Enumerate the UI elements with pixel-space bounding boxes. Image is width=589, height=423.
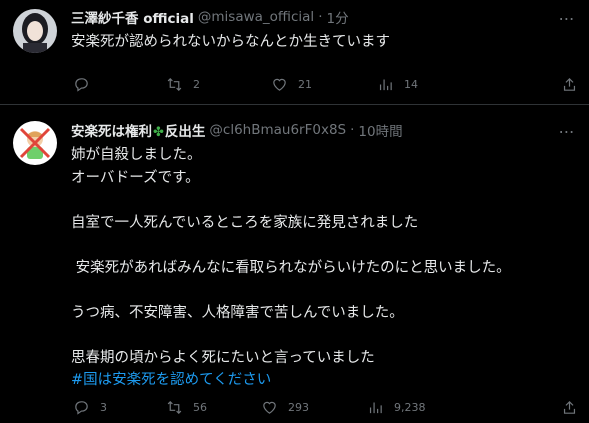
views-button[interactable]: 14: [377, 74, 418, 94]
tweet-line: オーバドーズです。: [71, 169, 200, 186]
display-name-part: 安楽死は権利: [71, 124, 152, 140]
share-button[interactable]: [561, 74, 588, 94]
separator-dot: ·: [350, 122, 355, 138]
retweet-icon: [167, 77, 182, 91]
user-handle[interactable]: @misawa_official: [198, 9, 314, 25]
like-button[interactable]: 293: [261, 397, 309, 417]
reply-button[interactable]: [73, 74, 100, 94]
more-options-icon[interactable]: ⋯: [557, 8, 577, 28]
display-name[interactable]: 安楽死は権利✤反出生: [71, 120, 205, 140]
share-button[interactable]: [561, 397, 588, 417]
user-handle[interactable]: @cl6hBmau6rF0x8S: [209, 122, 346, 138]
views-icon: [369, 402, 382, 413]
hashtag-link[interactable]: #国は安楽死を認めてください: [71, 369, 576, 392]
tweet-1[interactable]: 三澤紗千香 official @misawa_official · 1分 ⋯ 安…: [0, 0, 589, 104]
heart-icon: [273, 78, 286, 91]
views-icon: [379, 79, 392, 90]
views-button[interactable]: 9,238: [367, 397, 426, 417]
views-count: 9,238: [394, 400, 426, 414]
heart-icon: [263, 401, 276, 414]
tweet-line: [71, 279, 576, 302]
display-name[interactable]: 三澤紗千香 official: [71, 7, 194, 27]
retweet-button[interactable]: 56: [166, 397, 207, 417]
reply-count: 3: [100, 400, 107, 414]
timestamp[interactable]: 10時間: [358, 120, 402, 140]
tweet-line: 安楽死が認められないからなんとか生きています: [71, 34, 390, 50]
more-options-icon[interactable]: ⋯: [557, 121, 577, 141]
clover-icon: ✤: [153, 125, 164, 140]
like-button[interactable]: 21: [271, 74, 312, 94]
tweet-line: [71, 189, 576, 212]
reply-button[interactable]: 3: [73, 397, 107, 417]
tweet-line: [71, 324, 576, 347]
avatar[interactable]: [13, 121, 57, 165]
tweet-line: 自室で一人死んでいるところを家族に発見されました: [71, 214, 419, 231]
views-count: 14: [404, 77, 418, 91]
tweet-text: 姉が自殺しました。 オーバドーズです。 自室で一人死んでいるところを家族に発見さ…: [71, 144, 576, 392]
separator-dot: ·: [318, 9, 323, 25]
retweet-count: 2: [193, 77, 200, 91]
display-name-part: 反出生: [164, 124, 206, 140]
tweet-line: 思春期の頃からよく死にたいと言っていました: [71, 349, 375, 366]
tweet-line: 安楽死があればみんなに看取られながらいけたのにと思いました。: [71, 259, 511, 276]
avatar[interactable]: [13, 9, 57, 53]
retweet-button[interactable]: 2: [166, 74, 200, 94]
tweet-actions: 3 56 293 9,238: [71, 397, 576, 417]
tweet-actions: 2 21 14: [71, 74, 576, 94]
share-icon: [563, 400, 576, 414]
tweet-line: 姉が自殺しました。: [71, 147, 202, 163]
tweet-text: 安楽死が認められないからなんとか生きています: [71, 31, 576, 54]
reply-icon: [75, 400, 88, 415]
retweet-icon: [167, 400, 182, 414]
tweet-line: [71, 234, 576, 257]
like-count: 21: [298, 77, 312, 91]
share-icon: [563, 77, 576, 91]
like-count: 293: [288, 400, 309, 414]
reply-icon: [75, 77, 88, 92]
tweet-line: うつ病、不安障害、人格障害で苦しんでいました。: [71, 304, 404, 321]
retweet-count: 56: [193, 400, 207, 414]
tweet-2[interactable]: 安楽死は権利✤反出生 @cl6hBmau6rF0x8S · 10時間 ⋯ 姉が自…: [0, 105, 589, 423]
timestamp[interactable]: 1分: [326, 7, 348, 27]
